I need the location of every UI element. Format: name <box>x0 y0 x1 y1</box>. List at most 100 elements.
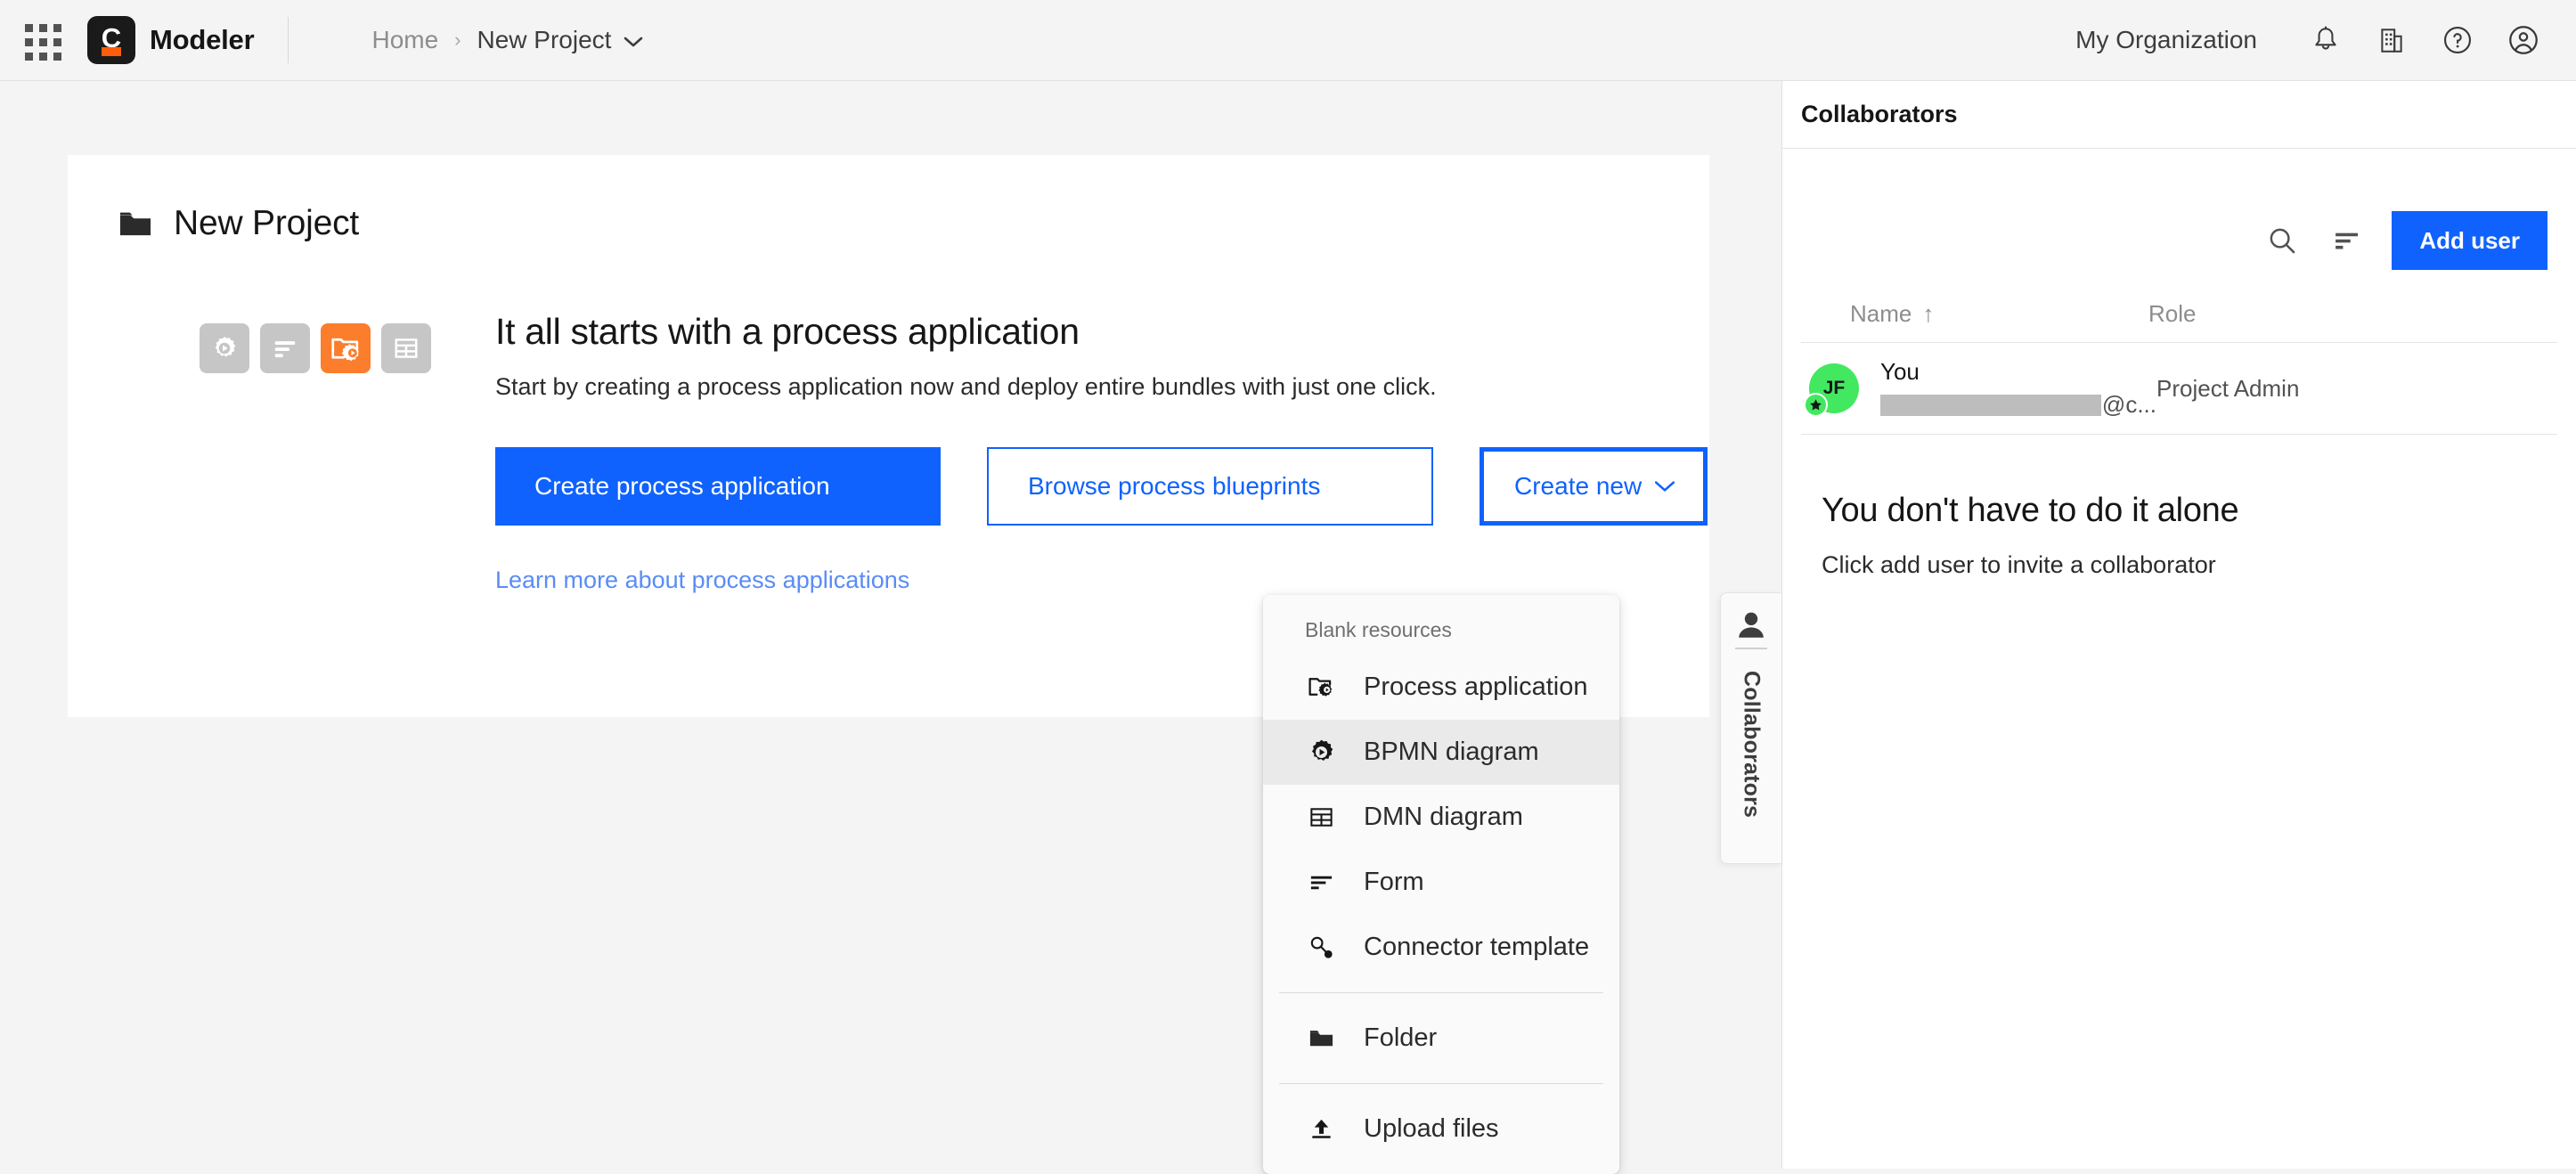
breadcrumb-separator-icon: › <box>454 29 461 51</box>
column-header-role-label: Role <box>2148 300 2197 327</box>
table-row[interactable]: JF You @c... Project Admin <box>1801 343 2557 435</box>
avatar-initials: JF <box>1822 378 1846 398</box>
collaborators-table: Name ↑ Role JF You @c... Project Admin <box>1782 293 2576 435</box>
collaborators-toolbar: Add user <box>1782 149 2576 270</box>
menu-item-label: Connector template <box>1364 933 1590 961</box>
resource-type-icon-group <box>200 323 431 373</box>
user-cell: You @c... <box>1880 358 2156 419</box>
email-suffix: @c... <box>2101 391 2156 418</box>
create-new-dropdown-button[interactable]: Create new <box>1480 447 1708 526</box>
column-header-name-label: Name <box>1850 300 1912 327</box>
nav-right-section: My Organization <box>2075 7 2576 73</box>
bpmn-diagram-icon <box>1305 738 1337 767</box>
grid-dot <box>39 38 47 46</box>
folder-icon <box>119 212 151 236</box>
product-logo-link[interactable]: C Modeler <box>87 16 255 64</box>
menu-item-dmn-diagram[interactable]: DMN diagram <box>1263 785 1619 850</box>
create-new-menu: Blank resources Process application BPMN… <box>1263 595 1619 1174</box>
grid-icon[interactable] <box>18 17 64 63</box>
menu-item-label: Form <box>1364 868 1424 896</box>
collaborators-side-tab[interactable]: Collaborators <box>1720 592 1781 864</box>
column-header-role[interactable]: Role <box>2148 300 2196 328</box>
menu-item-label: DMN diagram <box>1364 803 1523 831</box>
top-navigation-bar: C Modeler Home › New Project My Organiza… <box>0 0 2576 81</box>
user-role: Project Admin <box>2156 374 2300 402</box>
promo-subtext: Click add user to invite a collaborator <box>1822 551 2216 578</box>
breadcrumb-current-project[interactable]: New Project <box>477 26 644 54</box>
user-account-icon[interactable] <box>2490 7 2556 73</box>
user-name: You <box>1880 358 1920 385</box>
menu-divider <box>1279 992 1603 993</box>
search-icon[interactable] <box>2254 213 2310 268</box>
upload-icon <box>1305 1115 1337 1143</box>
browse-process-blueprints-button[interactable]: Browse process blueprints <box>987 447 1433 526</box>
admin-star-badge-icon <box>1804 393 1828 417</box>
notification-bell-icon[interactable] <box>2293 7 2359 73</box>
collaborators-panel: Collaborators Add user Name ↑ Role JF Yo… <box>1781 81 2576 1169</box>
grid-dot <box>25 24 33 32</box>
redacted-email-bar <box>1880 394 2101 416</box>
organization-name[interactable]: My Organization <box>2075 26 2257 54</box>
product-name: Modeler <box>150 24 255 55</box>
add-user-button[interactable]: Add user <box>2392 211 2547 270</box>
menu-item-label: BPMN diagram <box>1364 738 1539 766</box>
breadcrumb-current-label: New Project <box>477 26 612 53</box>
empty-state-action-row: Create process application Browse proces… <box>495 447 1708 526</box>
column-header-name[interactable]: Name ↑ <box>1801 300 2148 328</box>
menu-item-bpmn-diagram[interactable]: BPMN diagram <box>1263 720 1619 785</box>
grid-dot <box>39 53 47 61</box>
table-header-row: Name ↑ Role <box>1801 293 2557 343</box>
user-icon <box>1739 612 1764 638</box>
menu-item-label: Upload files <box>1364 1114 1499 1143</box>
menu-section-label: Blank resources <box>1305 618 1452 641</box>
menu-item-folder[interactable]: Folder <box>1263 1006 1619 1071</box>
sort-ascending-icon: ↑ <box>1922 300 1935 327</box>
menu-item-label: Process application <box>1364 673 1588 701</box>
grid-dot <box>25 38 33 46</box>
collaborators-panel-header: Collaborators <box>1782 81 2576 149</box>
avatar: JF <box>1804 363 1859 417</box>
empty-state-heading: It all starts with a process application <box>495 311 1080 352</box>
side-tab-label: Collaborators <box>1739 671 1765 819</box>
chevron-down-icon <box>1654 481 1675 492</box>
user-email: @c... <box>1880 391 2156 419</box>
bpmn-diagram-icon <box>200 323 249 373</box>
chevron-down-icon <box>624 37 643 47</box>
menu-divider <box>1279 1083 1603 1084</box>
menu-item-form[interactable]: Form <box>1263 850 1619 915</box>
logo-orange-bar <box>102 47 121 56</box>
grid-dot <box>53 24 61 32</box>
create-process-application-button[interactable]: Create process application <box>495 447 941 526</box>
menu-item-label: Folder <box>1364 1023 1438 1052</box>
menu-item-connector-template[interactable]: Connector template <box>1263 915 1619 980</box>
sort-icon[interactable] <box>2319 213 2374 268</box>
breadcrumb: Home › New Project <box>371 26 643 54</box>
grid-dot <box>39 24 47 32</box>
side-tab-divider <box>1735 648 1767 649</box>
project-header: New Project <box>68 155 1709 243</box>
camunda-logo-icon: C <box>87 16 135 64</box>
connector-template-icon <box>1305 933 1337 961</box>
learn-more-link[interactable]: Learn more about process applications <box>495 567 1708 594</box>
empty-state-subtext: Start by creating a process application … <box>495 373 1437 400</box>
process-application-icon <box>1305 673 1337 702</box>
collaborators-panel-title: Collaborators <box>1801 101 1958 127</box>
empty-state-text: It all starts with a process application… <box>495 311 1708 594</box>
dmn-diagram-icon <box>1305 803 1337 831</box>
help-icon[interactable] <box>2425 7 2490 73</box>
collaborators-empty-promo: You don't have to do it alone Click add … <box>1782 435 2576 579</box>
form-icon <box>1305 868 1337 896</box>
folder-icon <box>1305 1024 1337 1052</box>
create-new-label: Create new <box>1514 472 1643 500</box>
promo-heading: You don't have to do it alone <box>1822 492 2239 529</box>
dmn-diagram-icon <box>381 323 431 373</box>
nav-divider <box>288 17 289 63</box>
form-icon <box>260 323 310 373</box>
menu-item-process-application[interactable]: Process application <box>1263 655 1619 720</box>
breadcrumb-home[interactable]: Home <box>371 26 438 54</box>
empty-state: It all starts with a process application… <box>68 311 1709 594</box>
menu-item-upload-files[interactable]: Upload files <box>1263 1097 1619 1162</box>
organization-building-icon[interactable] <box>2359 7 2425 73</box>
grid-dot <box>25 53 33 61</box>
page-title: New Project <box>174 204 360 242</box>
